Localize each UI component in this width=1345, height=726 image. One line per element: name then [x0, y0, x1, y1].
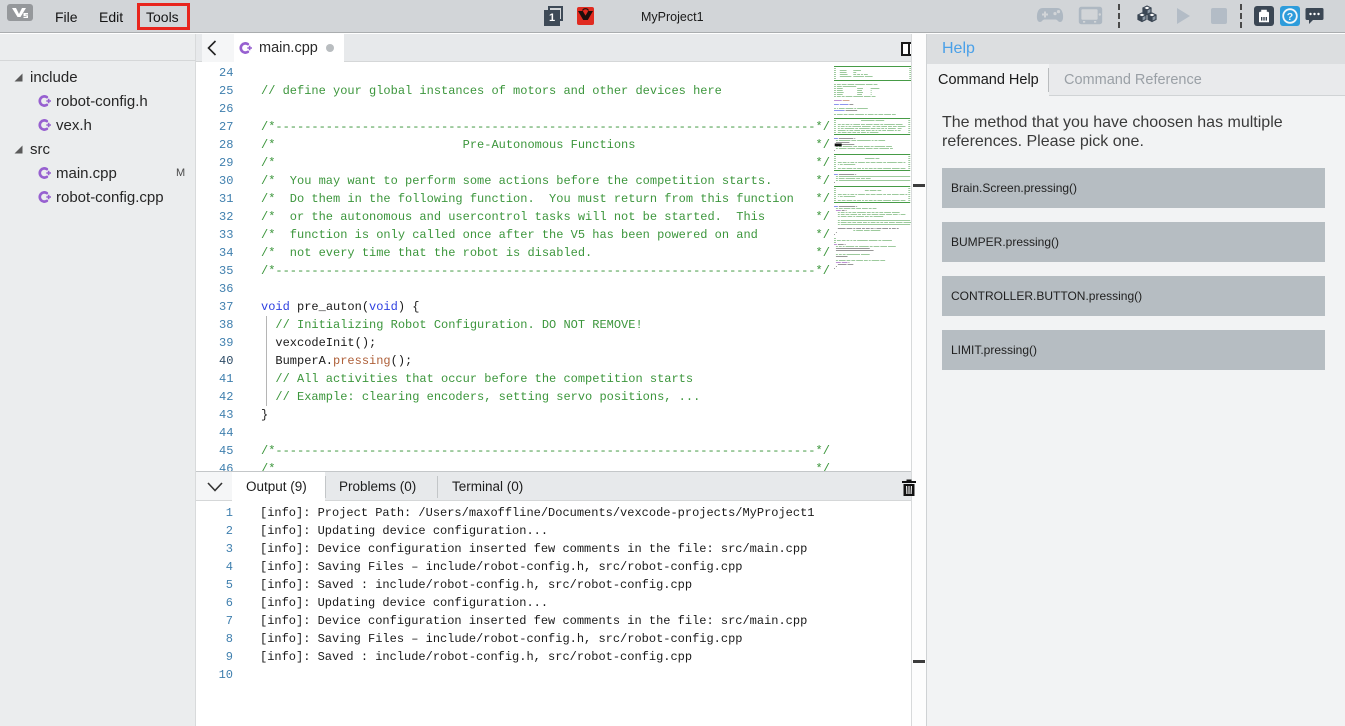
svg-text:?: ? — [1287, 11, 1293, 23]
